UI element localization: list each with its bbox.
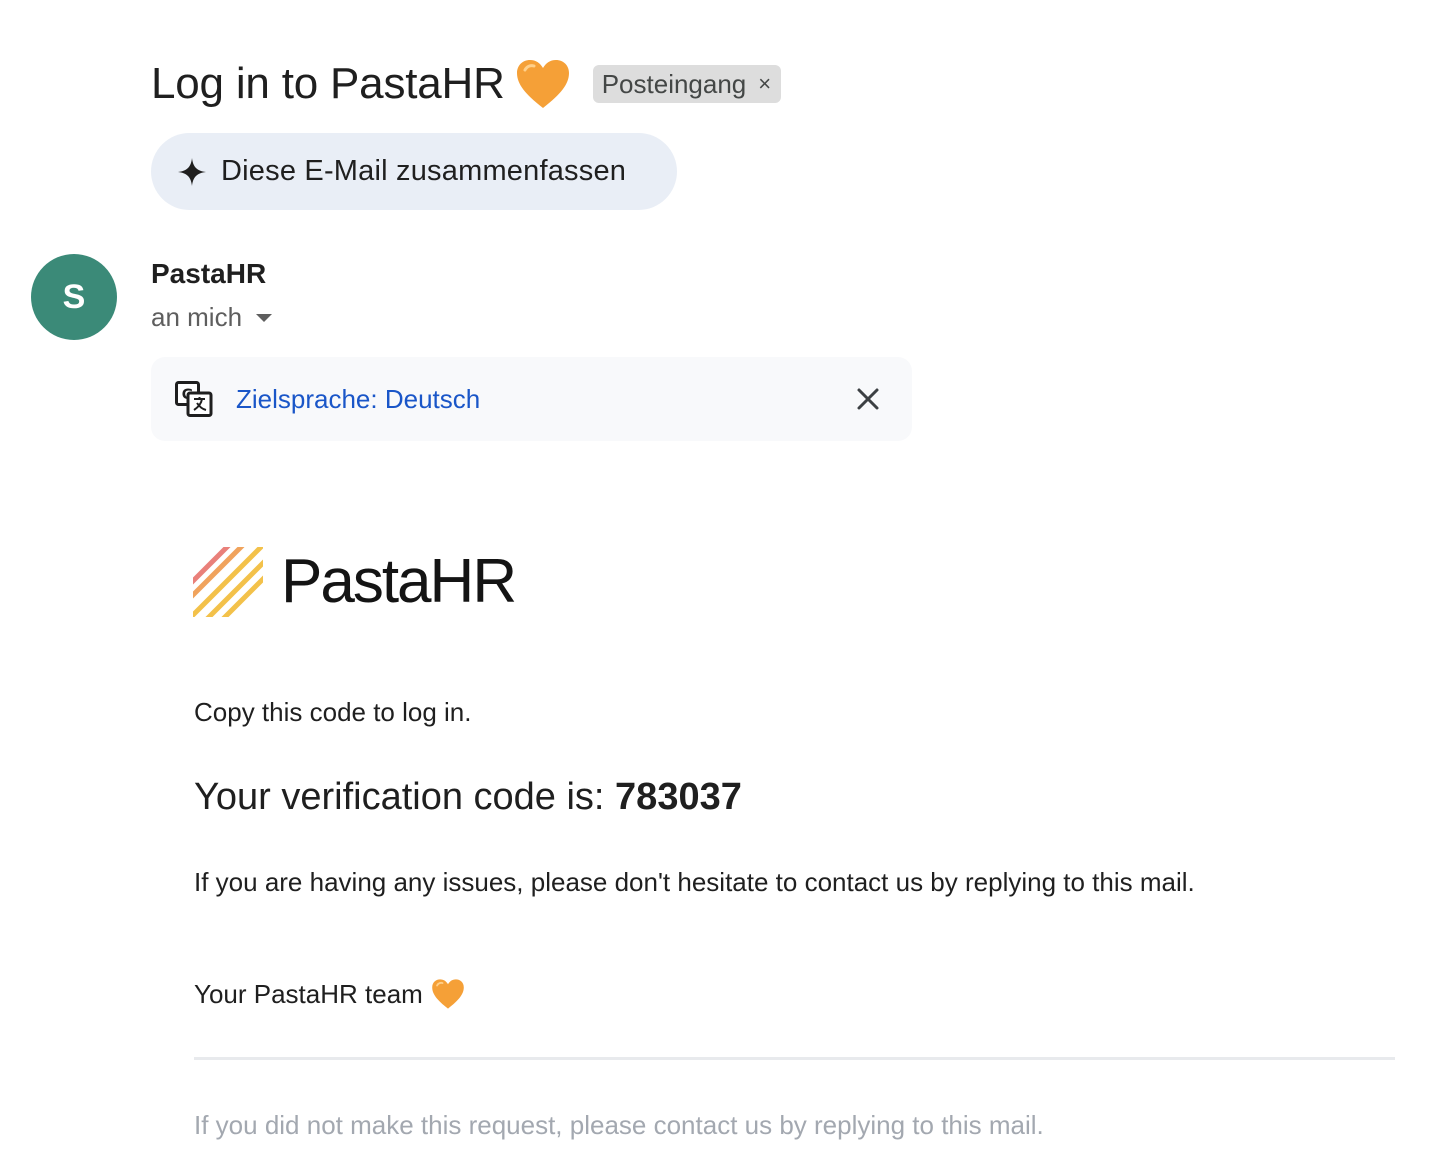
summarize-label: Diese E-Mail zusammenfassen: [221, 155, 627, 187]
remove-label-icon[interactable]: ×: [758, 71, 771, 97]
subject-row: Log in to PastaHR Posteingang ×: [151, 56, 782, 112]
close-icon[interactable]: [855, 386, 881, 412]
help-text: If you are having any issues, please don…: [194, 867, 1195, 897]
recipient-text: an mich: [151, 302, 243, 332]
signoff-text: Your PastaHR team: [194, 978, 423, 1009]
orange-heart-icon: [516, 60, 569, 108]
verification-code: 783037: [615, 776, 742, 818]
inbox-label-chip[interactable]: Posteingang ×: [592, 65, 782, 103]
verification-prefix: Your verification code is:: [194, 776, 616, 818]
sender-avatar[interactable]: S: [31, 254, 117, 340]
sender-name[interactable]: PastaHR: [151, 258, 266, 290]
sparkle-icon: [178, 157, 206, 186]
intro-text: Copy this code to log in.: [194, 697, 472, 727]
target-language-link[interactable]: Zielsprache: Deutsch: [236, 384, 480, 415]
pastahr-logo-icon: [193, 546, 263, 617]
email-subject: Log in to PastaHR: [151, 59, 505, 108]
footer-note: If you did not make this request, please…: [194, 1110, 1044, 1140]
verification-line: Your verification code is: 783037: [194, 776, 742, 819]
translate-icon: G: [175, 381, 213, 417]
translate-bar: G Zielsprache: Deutsch: [151, 357, 912, 441]
recipient-details: an mich: [151, 302, 273, 333]
summarize-email-button[interactable]: Diese E-Mail zusammenfassen: [151, 133, 677, 210]
signoff: Your PastaHR team: [194, 978, 465, 1010]
inbox-label-text: Posteingang: [601, 68, 747, 99]
email-view: Log in to PastaHR Posteingang × Diese E-…: [0, 0, 1430, 1174]
brand-name: PastaHR: [281, 547, 517, 616]
orange-heart-icon: [432, 979, 464, 1009]
footer-divider: [194, 1057, 1395, 1060]
show-details-chevron-icon[interactable]: [256, 313, 273, 322]
pastahr-logo: PastaHR: [193, 546, 517, 617]
